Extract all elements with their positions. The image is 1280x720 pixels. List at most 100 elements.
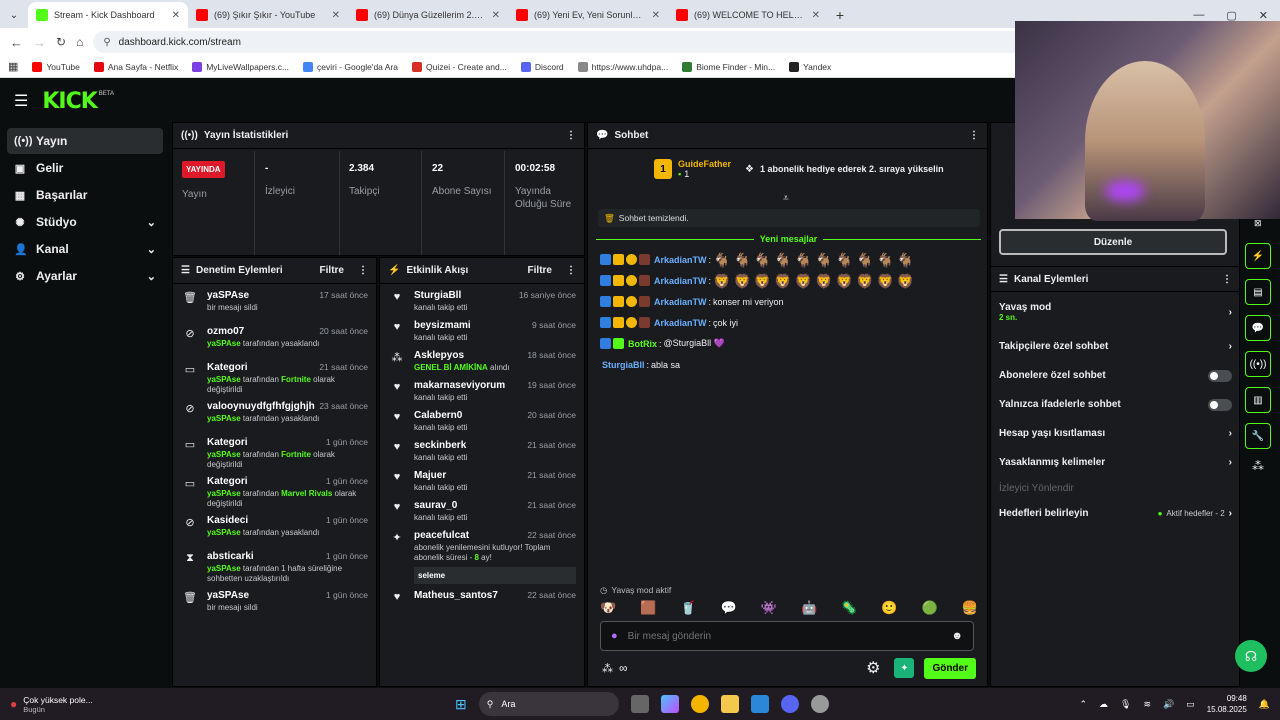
- activity-row[interactable]: ♥ Calabern0 20 saat önce kanalı takip etti: [380, 404, 584, 434]
- browser-tab[interactable]: (69) WELCOME TO HELL | Mad ✕: [668, 2, 828, 28]
- wifi-icon[interactable]: ≋: [1143, 699, 1151, 710]
- quick-emote-icon[interactable]: 🤖: [801, 600, 817, 616]
- moderation-row[interactable]: ▭ Kategori 1 gün önce yaSPAse tarafından Fo…: [173, 431, 376, 470]
- emoji-icon[interactable]: ☻: [951, 630, 963, 642]
- microphone-icon[interactable]: ●: [611, 630, 618, 642]
- points-icon[interactable]: ⁂: [602, 662, 613, 675]
- bookmark-item[interactable]: Yandex: [789, 61, 831, 72]
- moderation-row[interactable]: ▭ Kategori 21 saat önce yaSPAse tarafından …: [173, 356, 376, 395]
- copilot-icon[interactable]: [660, 695, 679, 713]
- chat-message[interactable]: ArkadianTW: çok iyi: [600, 312, 988, 333]
- maximize-window-button[interactable]: ▢: [1226, 9, 1236, 22]
- chevron-down-icon[interactable]: ⌄: [147, 270, 156, 283]
- sidebar-item-3[interactable]: ▦ Başarılar: [7, 182, 163, 208]
- reload-icon[interactable]: ↻: [56, 35, 66, 49]
- activity-row[interactable]: ♥ saurav_0 21 saat önce kanalı takip etti: [380, 494, 584, 524]
- subs-only-toggle[interactable]: [1208, 369, 1232, 382]
- task-view-icon[interactable]: [630, 695, 649, 713]
- cloud-icon[interactable]: ☁: [1099, 699, 1108, 710]
- bookmark-item[interactable]: https://www.uhdpa...: [577, 61, 668, 72]
- quick-emote-icon[interactable]: 👾: [761, 600, 777, 616]
- edit-button[interactable]: Düzenle: [999, 229, 1227, 255]
- volume-icon[interactable]: 🔊: [1163, 699, 1174, 710]
- quick-emote-icon[interactable]: 🙂: [881, 600, 897, 616]
- emote-only-toggle[interactable]: [1208, 398, 1232, 411]
- sidebar-item-2[interactable]: ▣ Gelir: [7, 155, 163, 181]
- forward-arrow-icon[interactable]: →: [33, 35, 46, 50]
- activity-row[interactable]: ♥ beysizmami 9 saat önce kanalı takip etti: [380, 314, 584, 344]
- chat-username[interactable]: ArkadianTW: [654, 297, 707, 307]
- moderation-row[interactable]: ⊘ ozmo07 20 saat önce yaSPAse tarafından ya…: [173, 320, 376, 356]
- collapse-pinned-icon[interactable]: ⩡: [783, 193, 789, 204]
- moderation-row[interactable]: ▭ Kategori 1 gün önce yaSPAse tarafından Ma…: [173, 470, 376, 509]
- quick-emote-icon[interactable]: 🐶: [600, 600, 616, 616]
- quick-emote-icon[interactable]: 🍔: [962, 600, 978, 616]
- clock-date[interactable]: 15.08.2025: [1207, 704, 1247, 715]
- stats-more-icon[interactable]: ⋮: [566, 130, 576, 141]
- goals-row[interactable]: Hedefleri belirleyin ● Aktif hedefler - …: [991, 499, 1240, 528]
- sidebar-item-1[interactable]: ((•)) Yayın: [7, 128, 163, 154]
- slow-mode-row[interactable]: Yavaş mod 2 sn. ›: [991, 292, 1240, 332]
- sidebar-item-4[interactable]: ✺ Stüdyo ⌄: [7, 209, 163, 235]
- moderation-row[interactable]: 🗑 yaSPAse 1 gün önce bir mesajı sildi: [173, 584, 376, 620]
- tab-search-button[interactable]: ⌄: [0, 2, 28, 28]
- home-icon[interactable]: ⌂: [76, 35, 83, 49]
- tray-chevron-icon[interactable]: ⌃: [1079, 699, 1087, 710]
- kick-bot-icon[interactable]: ✦: [894, 658, 915, 678]
- activity-row[interactable]: ✦ peacefulcat 22 saat önce abonelik yenilem…: [380, 524, 584, 584]
- chat-username[interactable]: BotRix: [628, 339, 657, 349]
- chat-message[interactable]: ArkadianTW: 🦁🦁🦁🦁🦁🦁🦁🦁🦁🦁: [600, 270, 988, 291]
- chat-message[interactable]: ArkadianTW: konser mi veriyon: [600, 291, 988, 312]
- row-title[interactable]: seckinberk: [414, 440, 466, 451]
- quick-emote-icon[interactable]: 🟫: [640, 600, 656, 616]
- chevron-down-icon[interactable]: ⌄: [147, 216, 156, 229]
- store-icon[interactable]: [750, 695, 769, 713]
- notification-icon[interactable]: 🔔: [1259, 699, 1270, 710]
- row-title[interactable]: SturgiaBll: [414, 290, 461, 301]
- minimize-window-button[interactable]: —: [1193, 9, 1204, 21]
- notes-icon[interactable]: ▤: [1245, 279, 1271, 305]
- bookmark-item[interactable]: Discord: [520, 61, 564, 72]
- windows-start-icon[interactable]: ⊞: [455, 696, 467, 713]
- row-title[interactable]: yaSPAse: [207, 290, 249, 301]
- close-tab-icon[interactable]: ✕: [332, 10, 340, 21]
- infinity-icon[interactable]: ∞: [619, 661, 628, 675]
- bookmark-item[interactable]: MyLiveWallpapers.c...: [192, 61, 289, 72]
- quick-emote-icon[interactable]: 🥤: [680, 600, 696, 616]
- moderation-row[interactable]: ⊘ valooynuydfgfhfgjghjh 23 saat önce yaSPAs…: [173, 395, 376, 431]
- account-age-row[interactable]: Hesap yaşı kısıtlaması ›: [991, 419, 1240, 448]
- chat-username[interactable]: ArkadianTW: [654, 276, 707, 286]
- activity-row[interactable]: ♥ SturgiaBll 16 saniye önce kanalı takip et…: [380, 284, 584, 314]
- close-tab-icon[interactable]: ✕: [812, 10, 820, 21]
- weather-widget[interactable]: ● Çok yüksek pole... Bugün: [10, 695, 93, 714]
- moderation-row[interactable]: 🗑 yaSPAse 17 saat önce bir mesajı sildi: [173, 284, 376, 320]
- new-tab-button[interactable]: +: [828, 2, 852, 28]
- chat-message-input[interactable]: [627, 630, 942, 642]
- apps-grid-icon[interactable]: ▦: [8, 60, 18, 73]
- browser-tab[interactable]: (69) Yeni Ev, Yeni Sorunlar: Bay ✕: [508, 2, 668, 28]
- row-title[interactable]: absticarki: [207, 551, 254, 562]
- mic-icon[interactable]: 🎙: [1120, 699, 1131, 710]
- close-window-button[interactable]: ✕: [1259, 9, 1268, 22]
- activity-filter-button[interactable]: Filtre: [528, 265, 552, 276]
- moderation-filter-button[interactable]: Filtre: [320, 265, 344, 276]
- gift-leaderboard[interactable]: 1 GuideFather ▪ 1 ❖ 1 abonelik hediye ede…: [654, 159, 944, 179]
- moderation-row[interactable]: ⧗ absticarki 1 gün önce yaSPAse tarafından …: [173, 545, 376, 584]
- activity-row[interactable]: ♥ Majuer 21 saat önce kanalı takip etti: [380, 464, 584, 494]
- bookmark-item[interactable]: çeviri - Google'da Ara: [303, 61, 398, 72]
- activity-row[interactable]: ♥ Matheus_santos7 22 saat önce: [380, 584, 584, 614]
- file-explorer-icon[interactable]: [720, 695, 739, 713]
- moderation-more-icon[interactable]: ⋮: [358, 265, 368, 276]
- activity-row[interactable]: ⁂ Asklepyos 18 saat önce GENEL Bİ AMİKİNA a…: [380, 344, 584, 374]
- browser-tab[interactable]: (69) Dünya Güzellerim 2.Bölüm ✕: [348, 2, 508, 28]
- activity-row[interactable]: ♥ seckinberk 21 saat önce kanalı takip etti: [380, 434, 584, 464]
- moderation-row[interactable]: ⊘ Kasideci 1 gün önce yaSPAse tarafından ya…: [173, 509, 376, 545]
- chat-username[interactable]: ArkadianTW: [654, 255, 707, 265]
- close-tab-icon[interactable]: ✕: [652, 10, 660, 21]
- row-title[interactable]: Calabern0: [414, 410, 462, 421]
- chat-input-box[interactable]: ● ☻: [600, 621, 974, 651]
- activity-more-icon[interactable]: ⋮: [566, 265, 576, 276]
- apps-icon[interactable]: ⁂: [1245, 459, 1275, 473]
- chat-username[interactable]: ArkadianTW: [654, 318, 707, 328]
- chat-message[interactable]: BotRix: @SturgiaBll 💜: [600, 333, 988, 354]
